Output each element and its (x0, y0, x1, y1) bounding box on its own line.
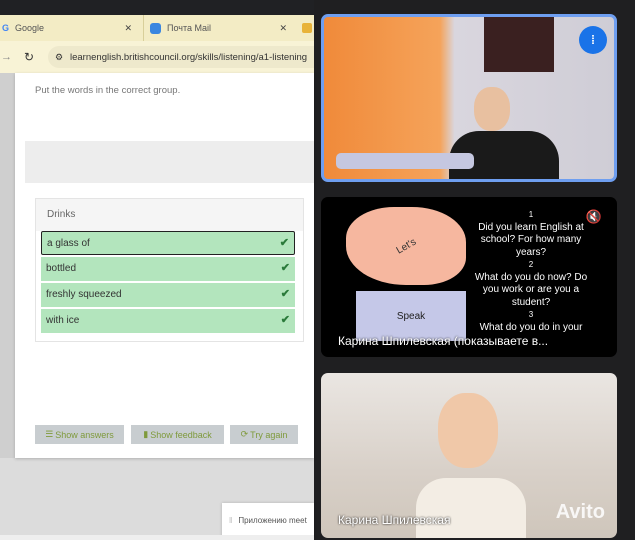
button-label: Try again (250, 429, 288, 440)
slide-shape-lets: Let's (346, 207, 466, 285)
group-title: Drinks (36, 199, 303, 231)
check-icon: ✔ (279, 237, 289, 249)
url-field[interactable]: ⚙ learnenglish.britishcouncil.org/skills… (48, 46, 314, 68)
avito-watermark: Avito (555, 501, 605, 523)
word-item[interactable]: with ice ✔ (41, 309, 295, 333)
address-bar-row: → ↻ ⚙ learnenglish.britishcouncil.org/sk… (0, 41, 314, 73)
mail-icon (150, 22, 161, 34)
participant-name: Карина Шпилевская (показываете в... (338, 334, 549, 348)
question-number: 2 (528, 260, 534, 269)
browser-window: G Google ✕ Почта Mail ✕ → ↻ ⚙ learnengli… (0, 0, 314, 540)
close-tab-icon[interactable]: ✕ (279, 23, 287, 34)
word-label: with ice (46, 315, 80, 326)
try-again-button[interactable]: ⟳ Try again (230, 425, 298, 444)
word-item[interactable]: freshly squeezed ✔ (41, 283, 295, 307)
feedback-icon: ▮ (143, 429, 149, 439)
participant-tile-3[interactable]: Карина Шпилевская Avito (321, 373, 617, 538)
web-page: Put the words in the correct group. Drin… (0, 73, 314, 540)
word-item[interactable]: a glass of ✔ (41, 231, 295, 255)
check-icon: ✔ (280, 314, 290, 326)
shelf (484, 17, 554, 72)
word-label: a glass of (47, 238, 90, 249)
tab-google[interactable]: G Google ✕ (0, 15, 138, 41)
exercise-card: Put the words in the correct group. Drin… (15, 73, 314, 458)
show-feedback-button[interactable]: ▮ Show feedback (131, 425, 224, 444)
shape-text: Speak (396, 310, 426, 322)
toast-text: Приложению meet (238, 515, 307, 525)
drag-handle-icon[interactable]: ‖ (229, 516, 232, 525)
forward-icon[interactable]: → (1, 51, 12, 63)
word-pool (25, 141, 314, 183)
google-icon: G (2, 23, 10, 33)
check-icon: ✔ (280, 288, 290, 300)
muted-icon: 🔇 (585, 209, 602, 224)
show-answers-button[interactable]: ☰ Show answers (35, 425, 124, 444)
participant-name: Карина Шпилевская (338, 513, 451, 527)
site-settings-icon[interactable]: ⚙ (55, 52, 63, 63)
group-drinks: Drinks a glass of ✔ bottled ✔ freshly sque… (35, 198, 304, 342)
question-text: Did you learn English at school? For how… (478, 221, 584, 258)
check-icon: ✔ (280, 262, 290, 274)
speaking-indicator-icon: ⁞ (579, 26, 607, 54)
tab-label: Google (15, 23, 45, 33)
question-text: What do you do in your (479, 321, 583, 333)
reload-icon[interactable]: ↻ (24, 50, 34, 64)
tab-mail[interactable]: Почта Mail ✕ (143, 15, 293, 41)
button-label: Show feedback (150, 429, 212, 440)
participant-tile-1[interactable]: ⁞ (321, 14, 617, 182)
word-label: bottled (46, 263, 77, 274)
tab-label: Почта Mail (167, 23, 211, 33)
question-number: 1 (528, 210, 534, 219)
shape-text: Let's (394, 236, 418, 256)
close-tab-icon[interactable]: ✕ (124, 23, 132, 34)
question-number: 3 (528, 310, 534, 319)
participant-tile-presentation[interactable]: Let's Speak 1 Did you learn English at s… (321, 197, 617, 357)
name-placeholder (336, 153, 474, 169)
tab-bar: G Google ✕ Почта Mail ✕ (0, 15, 314, 41)
list-icon: ☰ (45, 429, 54, 439)
question-text: What do you do now? Do you work or are y… (474, 271, 588, 308)
url-text: learnenglish.britishcouncil.org/skills/l… (70, 51, 308, 63)
slide-questions: 1 Did you learn English at school? For h… (471, 209, 591, 334)
word-item[interactable]: bottled ✔ (41, 257, 295, 281)
instruction-text: Put the words in the correct group. (35, 85, 181, 96)
button-label: Show answers (55, 429, 114, 440)
tab-favicon-icon[interactable] (302, 23, 312, 33)
refresh-icon: ⟳ (240, 429, 249, 439)
word-label: freshly squeezed (46, 289, 122, 300)
notification-toast[interactable]: ‖ Приложению meet (222, 503, 314, 537)
